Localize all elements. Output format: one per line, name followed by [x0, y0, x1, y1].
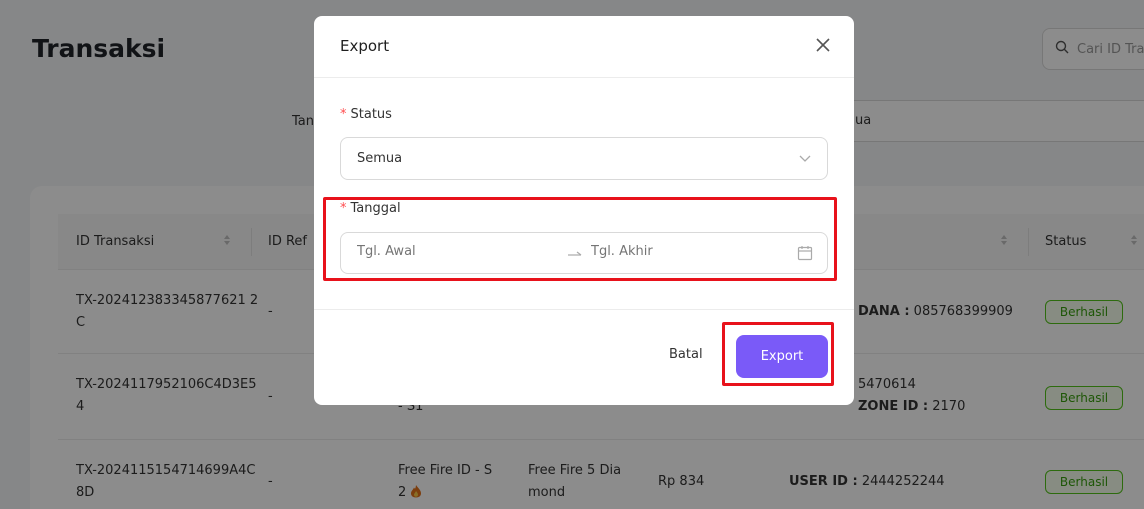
close-icon — [815, 37, 831, 57]
required-marker: * — [340, 201, 347, 216]
modal-header-divider — [314, 77, 854, 78]
chevron-down-icon — [799, 152, 811, 168]
modal-footer-divider — [314, 309, 854, 310]
status-field-label: * Status — [340, 107, 392, 122]
calendar-icon[interactable] — [797, 245, 813, 265]
date-range-picker[interactable] — [340, 232, 828, 274]
required-marker: * — [340, 107, 347, 122]
cancel-button[interactable]: Batal — [669, 347, 703, 362]
date-label-text: Tanggal — [350, 201, 401, 216]
modal-title: Export — [340, 37, 390, 55]
end-date-input[interactable] — [591, 244, 771, 259]
date-field-label: * Tanggal — [340, 201, 401, 216]
arrow-right-icon — [567, 245, 583, 264]
status-select-value: Semua — [357, 151, 403, 166]
status-label-text: Status — [350, 107, 392, 122]
export-button[interactable]: Export — [736, 335, 828, 378]
start-date-input[interactable] — [357, 244, 537, 259]
status-select[interactable]: Semua — [340, 137, 828, 180]
export-modal: Export *Status Semua *Tanggal Batal Expo… — [314, 16, 854, 405]
close-button[interactable] — [812, 36, 834, 58]
